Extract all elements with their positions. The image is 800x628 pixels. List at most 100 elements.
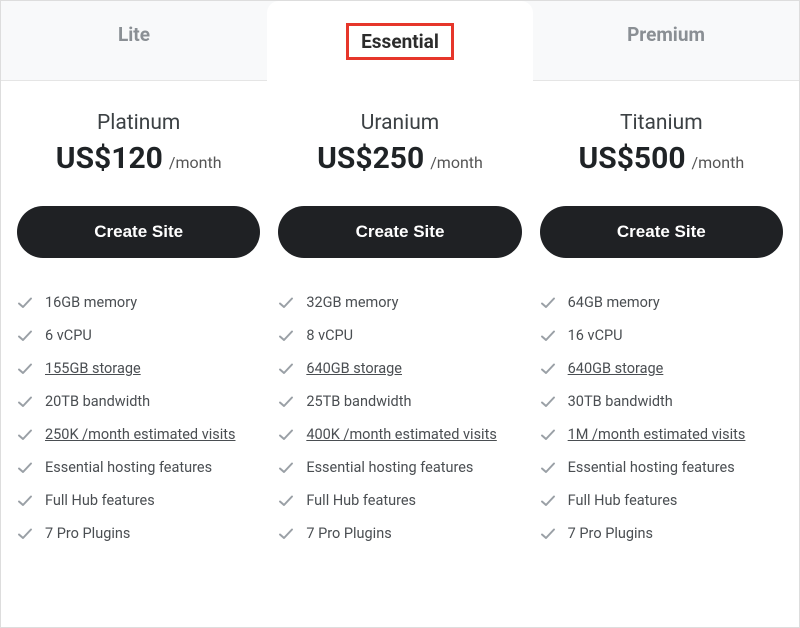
plan-price: US$250: [317, 141, 424, 176]
feature-text: Full Hub features: [568, 492, 678, 509]
check-icon: [540, 361, 556, 377]
check-icon: [540, 460, 556, 476]
feature-text: 7 Pro Plugins: [45, 525, 130, 542]
create-site-button[interactable]: Create Site: [278, 206, 521, 258]
check-icon: [540, 328, 556, 344]
feature-text: 16 vCPU: [568, 327, 623, 344]
plan-period: /month: [426, 153, 483, 172]
check-icon: [278, 526, 294, 542]
check-icon: [278, 460, 294, 476]
feature-text: 7 Pro Plugins: [306, 525, 391, 542]
create-site-button[interactable]: Create Site: [540, 206, 783, 258]
plan-price-row: US$500 /month: [540, 141, 783, 176]
feature-text: 32GB memory: [306, 294, 398, 311]
feature-text: 20TB bandwidth: [45, 393, 150, 410]
check-icon: [278, 328, 294, 344]
feature-text: 25TB bandwidth: [306, 393, 411, 410]
check-icon: [17, 526, 33, 542]
check-icon: [17, 460, 33, 476]
check-icon: [278, 493, 294, 509]
feature-text: 6 vCPU: [45, 327, 92, 344]
plan-period: /month: [688, 153, 745, 172]
feature-text: 30TB bandwidth: [568, 393, 673, 410]
create-site-button[interactable]: Create Site: [17, 206, 260, 258]
feature-item: 6 vCPU: [17, 319, 260, 352]
feature-text: 16GB memory: [45, 294, 137, 311]
tab-label: Lite: [118, 23, 150, 46]
plan-price: US$120: [56, 141, 163, 176]
plan-price-row: US$120 /month: [17, 141, 260, 176]
check-icon: [17, 493, 33, 509]
feature-text: 8 vCPU: [306, 327, 353, 344]
check-icon: [17, 328, 33, 344]
feature-item: 16GB memory: [17, 286, 260, 319]
feature-item: 1M /month estimated visits: [540, 418, 783, 451]
tab-label: Premium: [627, 23, 705, 46]
check-icon: [17, 361, 33, 377]
check-icon: [17, 427, 33, 443]
pricing-tabs: Lite Essential Premium: [1, 1, 799, 81]
plan-price: US$500: [578, 141, 685, 176]
feature-text: Essential hosting features: [568, 459, 735, 476]
feature-item: 7 Pro Plugins: [278, 517, 521, 550]
check-icon: [17, 295, 33, 311]
feature-item: Essential hosting features: [17, 451, 260, 484]
feature-item: 250K /month estimated visits: [17, 418, 260, 451]
feature-text: 640GB storage: [306, 360, 402, 377]
check-icon: [278, 427, 294, 443]
feature-item: Essential hosting features: [540, 451, 783, 484]
feature-list: 64GB memory 16 vCPU 640GB storage 30TB band…: [540, 286, 783, 550]
plan-uranium: Uranium US$250 /month Create Site 32GB memo…: [278, 111, 521, 550]
feature-item: 7 Pro Plugins: [17, 517, 260, 550]
feature-list: 32GB memory 8 vCPU 640GB storage 25TB bandw…: [278, 286, 521, 550]
plan-period: /month: [165, 153, 222, 172]
feature-text: 64GB memory: [568, 294, 660, 311]
feature-item: 20TB bandwidth: [17, 385, 260, 418]
tab-label: Essential: [346, 23, 454, 60]
feature-item: Full Hub features: [540, 484, 783, 517]
feature-text: 1M /month estimated visits: [568, 426, 746, 443]
tab-lite[interactable]: Lite: [1, 1, 267, 80]
feature-text: Essential hosting features: [306, 459, 473, 476]
feature-item: 640GB storage: [540, 352, 783, 385]
check-icon: [17, 394, 33, 410]
plan-name: Platinum: [17, 111, 260, 135]
feature-item: 30TB bandwidth: [540, 385, 783, 418]
check-icon: [278, 361, 294, 377]
feature-text: Full Hub features: [306, 492, 416, 509]
feature-item: Full Hub features: [17, 484, 260, 517]
feature-item: Essential hosting features: [278, 451, 521, 484]
check-icon: [540, 526, 556, 542]
feature-text: Essential hosting features: [45, 459, 212, 476]
feature-text: 7 Pro Plugins: [568, 525, 653, 542]
feature-item: 7 Pro Plugins: [540, 517, 783, 550]
plan-name: Titanium: [540, 111, 783, 135]
feature-text: 250K /month estimated visits: [45, 426, 235, 443]
check-icon: [540, 493, 556, 509]
feature-text: 400K /month estimated visits: [306, 426, 496, 443]
feature-text: 155GB storage: [45, 360, 141, 377]
feature-item: 400K /month estimated visits: [278, 418, 521, 451]
plan-name: Uranium: [278, 111, 521, 135]
feature-text: Full Hub features: [45, 492, 155, 509]
plan-price-row: US$250 /month: [278, 141, 521, 176]
feature-item: 25TB bandwidth: [278, 385, 521, 418]
feature-item: 155GB storage: [17, 352, 260, 385]
check-icon: [278, 394, 294, 410]
feature-item: 64GB memory: [540, 286, 783, 319]
feature-text: 640GB storage: [568, 360, 664, 377]
tab-essential[interactable]: Essential: [267, 1, 533, 81]
feature-list: 16GB memory 6 vCPU 155GB storage 20TB bandw…: [17, 286, 260, 550]
feature-item: 32GB memory: [278, 286, 521, 319]
feature-item: 16 vCPU: [540, 319, 783, 352]
check-icon: [540, 295, 556, 311]
check-icon: [278, 295, 294, 311]
feature-item: 8 vCPU: [278, 319, 521, 352]
check-icon: [540, 427, 556, 443]
plan-platinum: Platinum US$120 /month Create Site 16GB mem…: [17, 111, 260, 550]
tab-premium[interactable]: Premium: [533, 1, 799, 80]
feature-item: Full Hub features: [278, 484, 521, 517]
plans-row: Platinum US$120 /month Create Site 16GB mem…: [1, 81, 799, 550]
check-icon: [540, 394, 556, 410]
feature-item: 640GB storage: [278, 352, 521, 385]
